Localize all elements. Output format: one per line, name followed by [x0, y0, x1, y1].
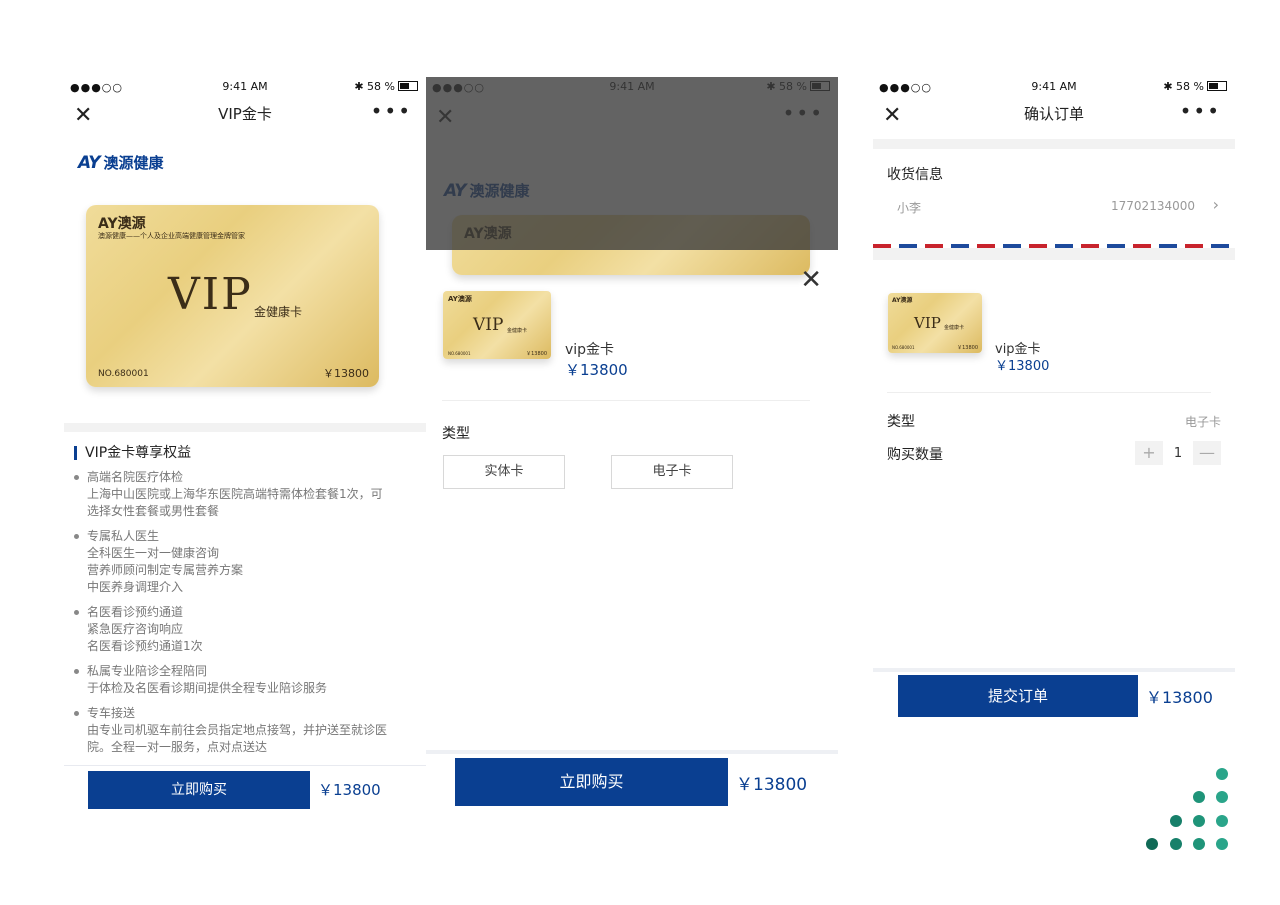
battery-indicator: ✱ 58 % [1163, 80, 1227, 93]
minus-icon[interactable]: — [1193, 441, 1221, 465]
bottom-bar: 立即购买 ￥13800 [64, 765, 426, 812]
product-price: ￥13800 [995, 359, 1050, 374]
divider [873, 248, 1235, 260]
type-value: 电子卡 [1184, 415, 1221, 429]
divider [887, 392, 1211, 393]
decor-dot [1193, 815, 1205, 827]
quantity-value[interactable]: 1 [1163, 446, 1193, 461]
list-item: 专车接送由专业司机驱车前往会员指定地点接驾，并护送至就诊医院。全程一对一服务，点… [74, 705, 394, 756]
card-vip-text: VIP [914, 314, 941, 332]
bluetooth-icon: ✱ [354, 80, 368, 93]
divider [442, 400, 810, 401]
product-thumbnail: AY澳源 VIP 金健康卡 NO.680001 ￥13800 [888, 293, 982, 353]
battery-percent: 58 % [367, 80, 395, 93]
card-number: NO.680001 [892, 345, 915, 350]
card-price: ￥13800 [957, 345, 978, 351]
list-item: 专属私人医生全科医生一对一健康咨询 营养师顾问制定专属营养方案 中医养身调理介入 [74, 528, 394, 596]
benefit-title: 高端名院医疗体检 [87, 470, 184, 484]
card-number: NO.680001 [448, 351, 471, 356]
product-name: vip金卡 [565, 342, 615, 358]
benefits-list: 高端名院医疗体检上海中山医院或上海华东医院高端特需体检套餐1次，可选择女性套餐或… [74, 469, 394, 764]
benefits-title: VIP金卡尊享权益 [74, 446, 191, 460]
benefit-desc: 全科医生一对一健康咨询 营养师顾问制定专属营养方案 中医养身调理介入 [87, 546, 244, 594]
bluetooth-icon: ✱ [1163, 80, 1177, 93]
type-label: 类型 [442, 426, 470, 442]
quantity-stepper: + 1 — [1135, 441, 1221, 465]
screen-confirm-order: ●●●○○ 9:41 AM ✱ 58 % ✕ 确认订单 ••• 收货信息 小李 … [873, 77, 1235, 812]
card-vip-text: VIP [168, 269, 253, 320]
nav-bar: ✕ VIP金卡 ••• [64, 97, 426, 133]
decor-dot [1216, 791, 1228, 803]
recipient-name: 小李 [897, 201, 922, 215]
card-subtitle: 金健康卡 [254, 305, 303, 319]
product-price: ￥13800 [565, 361, 628, 379]
decor-dot [1216, 815, 1228, 827]
decor-dot [1216, 838, 1228, 850]
card-number: NO.680001 [98, 369, 149, 379]
decor-dot [1193, 791, 1205, 803]
quantity-label: 购买数量 [887, 447, 943, 463]
card-subtitle: 金健康卡 [507, 328, 528, 334]
nav-bar: ✕ 确认订单 ••• [873, 97, 1235, 133]
card-brand: AY澳源 [98, 216, 146, 232]
bottom-bar: 提交订单 ￥13800 [873, 668, 1235, 720]
divider [873, 139, 1235, 149]
vip-card-image: AY澳源 澳源健康——个人及企业高端健康管理金牌管家 VIP 金健康卡 NO.6… [86, 205, 379, 387]
battery-percent: 58 % [1176, 80, 1204, 93]
option-e-card[interactable]: 电子卡 [611, 455, 733, 489]
plus-icon[interactable]: + [1135, 441, 1163, 465]
card-vip-text: VIP [473, 315, 504, 335]
list-item: 私属专业陪诊全程陪同于体检及名医看诊期间提供全程专业陪诊服务 [74, 663, 394, 697]
benefit-title: 私属专业陪诊全程陪同 [87, 664, 208, 678]
benefit-desc: 由专业司机驱车前往会员指定地点接驾，并护送至就诊医院。全程一对一服务，点对点送达 [87, 723, 388, 754]
logo-text: 澳源健康 [103, 154, 164, 172]
benefit-title: 专车接送 [87, 706, 136, 720]
buy-now-button[interactable]: 立即购买 [455, 758, 728, 806]
card-slogan: 澳源健康——个人及企业高端健康管理金牌管家 [98, 232, 245, 240]
benefit-desc: 上海中山医院或上海华东医院高端特需体检套餐1次，可选择女性套餐或男性套餐 [87, 487, 383, 518]
screen-select-type: ●●●○○ 9:41 AM ✱ 58 % ✕ ••• AY 澳源健康 AY澳源 … [426, 77, 838, 812]
card-subtitle: 金健康卡 [944, 325, 965, 331]
status-bar: ●●●○○ 9:41 AM ✱ 58 % [873, 77, 1235, 97]
decor-dot [1193, 838, 1205, 850]
battery-icon [398, 81, 418, 91]
more-icon[interactable]: ••• [1180, 99, 1221, 123]
decor-dot [1216, 768, 1228, 780]
card-price: ￥13800 [526, 351, 547, 357]
decor-dot [1170, 815, 1182, 827]
total-price: ￥13800 [736, 774, 808, 795]
list-item: 名医看诊预约通道紧急医疗咨询响应 名医看诊预约通道1次 [74, 604, 394, 655]
shipping-title: 收货信息 [887, 167, 943, 183]
battery-icon [1207, 81, 1227, 91]
buy-now-button[interactable]: 立即购买 [88, 770, 310, 809]
modal-overlay[interactable] [426, 77, 838, 250]
status-bar: ●●●○○ 9:41 AM ✱ 58 % [64, 77, 426, 97]
card-brand: AY澳源 [448, 295, 472, 303]
option-physical-card[interactable]: 实体卡 [443, 455, 565, 489]
card-brand: AY澳源 [892, 297, 913, 304]
type-label: 类型 [887, 414, 915, 430]
total-price: ￥13800 [1146, 688, 1213, 707]
benefit-desc: 紧急医疗咨询响应 名医看诊预约通道1次 [87, 622, 203, 653]
screen-vip-card-detail: ●●●○○ 9:41 AM ✱ 58 % ✕ VIP金卡 ••• AY 澳源健康… [64, 77, 426, 812]
benefit-title: 名医看诊预约通道 [87, 605, 184, 619]
product-thumbnail: AY澳源 VIP 金健康卡 NO.680001 ￥13800 [443, 291, 551, 359]
benefit-desc: 于体检及名医看诊期间提供全程专业陪诊服务 [87, 681, 328, 695]
more-icon[interactable]: ••• [371, 99, 412, 123]
close-icon[interactable]: ✕ [800, 265, 822, 295]
list-item: 高端名院医疗体检上海中山医院或上海华东医院高端特需体检套餐1次，可选择女性套餐或… [74, 469, 394, 520]
recipient-phone: 17702134000 [1111, 199, 1195, 213]
total-price: ￥13800 [318, 781, 381, 799]
bottom-bar: 立即购买 ￥13800 [426, 750, 838, 810]
decor-dot [1146, 838, 1158, 850]
chevron-right-icon[interactable]: › [1213, 195, 1219, 214]
benefit-title: 专属私人医生 [87, 529, 160, 543]
battery-indicator: ✱ 58 % [354, 80, 418, 93]
brand-logo: AY 澳源健康 [78, 152, 164, 173]
divider [64, 423, 426, 432]
submit-order-button[interactable]: 提交订单 [898, 675, 1138, 717]
card-price: ￥13800 [323, 367, 369, 380]
decor-dot [1170, 838, 1182, 850]
logo-mark: AY [78, 152, 101, 173]
